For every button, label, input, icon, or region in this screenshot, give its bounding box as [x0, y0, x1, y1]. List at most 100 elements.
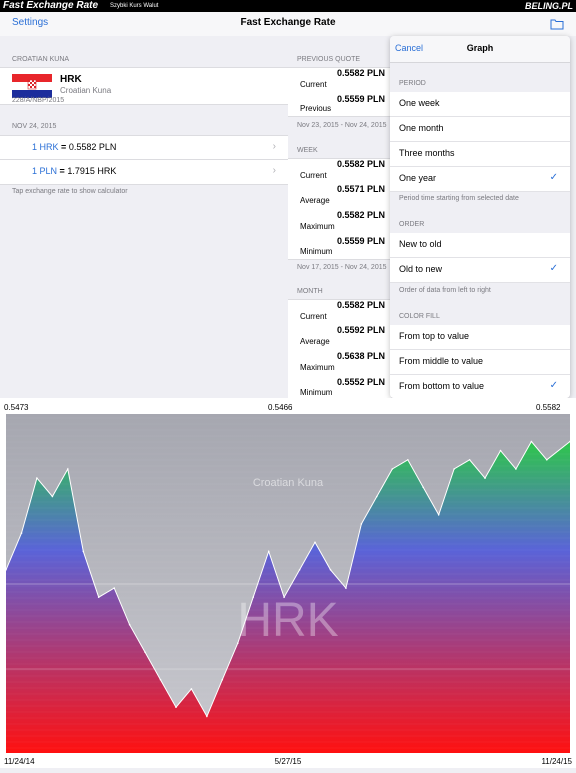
rate-row-hrk[interactable]: 1 HRK = 0.5582 PLN ›: [0, 135, 288, 161]
period-section-header: PERIOD: [399, 80, 426, 87]
period-option[interactable]: One year ✓: [390, 167, 570, 192]
x-tick-label: 11/24/15: [541, 757, 572, 766]
data-point: [360, 523, 363, 525]
x-tick-label: 11/24/14: [4, 757, 35, 766]
previous-label: Previous: [300, 104, 332, 113]
color-fill-option[interactable]: From middle to value: [390, 350, 570, 375]
order-option[interactable]: New to old: [390, 233, 570, 258]
month-minimum-value: 0.5552 PLN: [337, 377, 386, 387]
app-banner: Fast Exchange Rate Szybki Kurs Walut BEL…: [0, 0, 576, 12]
month-card: Current 0.5582 PLN Average 0.5592 PLN Ma…: [288, 299, 391, 398]
quotes-panel: PREVIOUS QUOTE Current 0.5582 PLN Previo…: [288, 36, 391, 398]
week-minimum-label: Minimum: [300, 247, 333, 256]
period-option[interactable]: One month: [390, 117, 570, 142]
chart-watermark: HRK: [237, 594, 338, 647]
rate-pln-to-hrk: 1 PLN = 1.7915 HRK: [32, 166, 117, 176]
top-label-middle: 0.5466: [268, 403, 293, 412]
data-point: [391, 468, 394, 470]
order-note: Order of data from left to right: [399, 287, 491, 294]
croatia-flag-icon: [12, 74, 52, 98]
table-number: 228/A/NBP/2015: [12, 97, 65, 104]
data-point: [345, 587, 347, 589]
data-point: [67, 468, 69, 470]
data-point: [175, 706, 177, 708]
order-section-header: ORDER: [399, 221, 425, 228]
rate-hrk-to-pln: 1 HRK = 0.5582 PLN: [32, 142, 117, 152]
currency-section-header: CROATIAN KUNA: [12, 56, 70, 63]
rate-chart: 0.5473 0.5466 0.5582 Croatian Kuna HRK 1…: [0, 398, 576, 768]
data-point: [298, 569, 301, 571]
month-current-label: Current: [300, 312, 327, 321]
week-average-label: Average: [300, 196, 330, 205]
color-fill-option[interactable]: From top to value: [390, 325, 570, 350]
data-point: [5, 569, 7, 571]
month-average-value: 0.5592 PLN: [337, 325, 386, 335]
rate-row-pln[interactable]: 1 PLN = 1.7915 HRK ›: [0, 159, 288, 185]
previous-range: Nov 23, 2015 - Nov 24, 2015: [297, 122, 387, 129]
popover-title: Graph: [466, 43, 494, 53]
previous-quote-header: PREVIOUS QUOTE: [297, 56, 361, 63]
top-label-left: 0.5473: [4, 403, 29, 412]
chevron-right-icon: ›: [272, 165, 276, 176]
data-point: [329, 569, 332, 571]
week-maximum-label: Maximum: [300, 222, 335, 231]
period-option[interactable]: Three months: [390, 142, 570, 167]
banner-subtitle: Szybki Kurs Walut: [110, 3, 159, 9]
week-header: WEEK: [297, 147, 318, 154]
data-point: [499, 449, 502, 452]
graph-popover: Cancel Graph PERIOD One week One month Thr…: [390, 36, 570, 398]
week-current-label: Current: [300, 171, 327, 180]
x-tick-label: 5/27/15: [275, 757, 302, 766]
period-note: Period time starting from selected date: [399, 195, 519, 202]
week-maximum-value: 0.5582 PLN: [337, 210, 386, 220]
checkmark-icon: ✓: [549, 263, 558, 274]
color-fill-option-label: From middle to value: [399, 356, 484, 366]
data-point: [453, 468, 455, 470]
previous-quote-card: Current 0.5582 PLN Previous 0.5559 PLN: [288, 67, 391, 117]
chart-title: Croatian Kuna: [253, 477, 324, 489]
week-average-value: 0.5571 PLN: [337, 184, 386, 194]
color-fill-option-label: From top to value: [399, 331, 470, 341]
popover-header: Cancel Graph: [390, 36, 570, 63]
banner-brand: BELING.PL: [524, 1, 573, 11]
nav-bar: Settings Fast Exchange Rate: [0, 12, 576, 37]
rate-date: NOV 24, 2015: [12, 123, 57, 130]
currency-code: HRK: [60, 74, 82, 85]
month-current-value: 0.5582 PLN: [337, 300, 386, 310]
data-point: [113, 587, 115, 589]
period-option[interactable]: One week: [390, 92, 570, 117]
color-section-header: COLOR FILL: [399, 313, 440, 320]
calculator-hint: Tap exchange rate to show calculator: [12, 188, 128, 195]
data-point: [314, 541, 316, 544]
order-option-label: New to old: [399, 239, 442, 249]
current-value: 0.5582 PLN: [337, 68, 386, 78]
color-fill-option[interactable]: From bottom to value ✓: [390, 375, 570, 398]
data-point: [422, 486, 425, 489]
folder-icon[interactable]: [550, 17, 564, 35]
data-point: [159, 678, 162, 681]
current-label: Current: [300, 80, 327, 89]
month-minimum-label: Minimum: [300, 388, 333, 397]
order-option[interactable]: Old to new ✓: [390, 258, 570, 283]
banner-app-name: Fast Exchange Rate: [3, 0, 99, 11]
checkmark-icon: ✓: [549, 380, 558, 391]
data-point: [515, 468, 517, 470]
data-point: [128, 623, 131, 626]
month-maximum-label: Maximum: [300, 363, 335, 372]
data-point: [267, 550, 270, 553]
order-option-label: Old to new: [399, 264, 443, 274]
period-option-label: Three months: [399, 148, 455, 158]
month-maximum-value: 0.5638 PLN: [337, 351, 386, 361]
chevron-right-icon: ›: [272, 141, 276, 152]
checkmark-icon: ✓: [549, 172, 558, 183]
period-option-label: One year: [399, 173, 437, 183]
currency-name: Croatian Kuna: [60, 86, 112, 95]
period-option-label: One month: [399, 123, 444, 133]
data-point: [82, 550, 85, 553]
data-point: [20, 532, 23, 534]
data-point: [221, 678, 224, 681]
month-header: MONTH: [297, 288, 323, 295]
currency-panel: CROATIAN KUNA HRK Croatian Kuna 228/A/NB…: [0, 36, 288, 398]
week-minimum-value: 0.5559 PLN: [337, 236, 386, 246]
page-title: Fast Exchange Rate: [240, 17, 336, 28]
